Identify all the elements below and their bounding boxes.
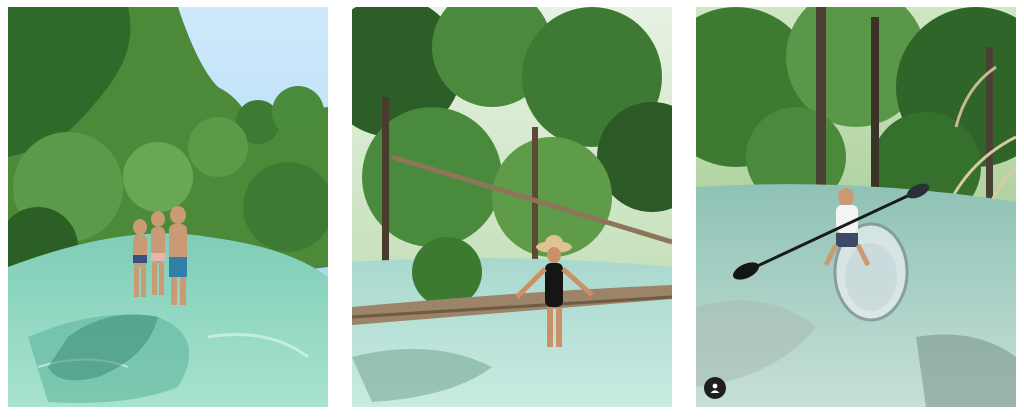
photo-man-kayak-image [696,7,1016,407]
user-tag-button[interactable] [704,377,726,399]
photo-woman-on-log-image [352,7,672,407]
photo-woman-on-log[interactable] [352,7,672,407]
user-icon [710,383,720,393]
photo-group-wading-image [8,7,328,407]
photo-man-kayak[interactable] [696,7,1016,407]
photo-group-wading[interactable] [8,7,328,407]
photo-strip [0,0,1024,417]
